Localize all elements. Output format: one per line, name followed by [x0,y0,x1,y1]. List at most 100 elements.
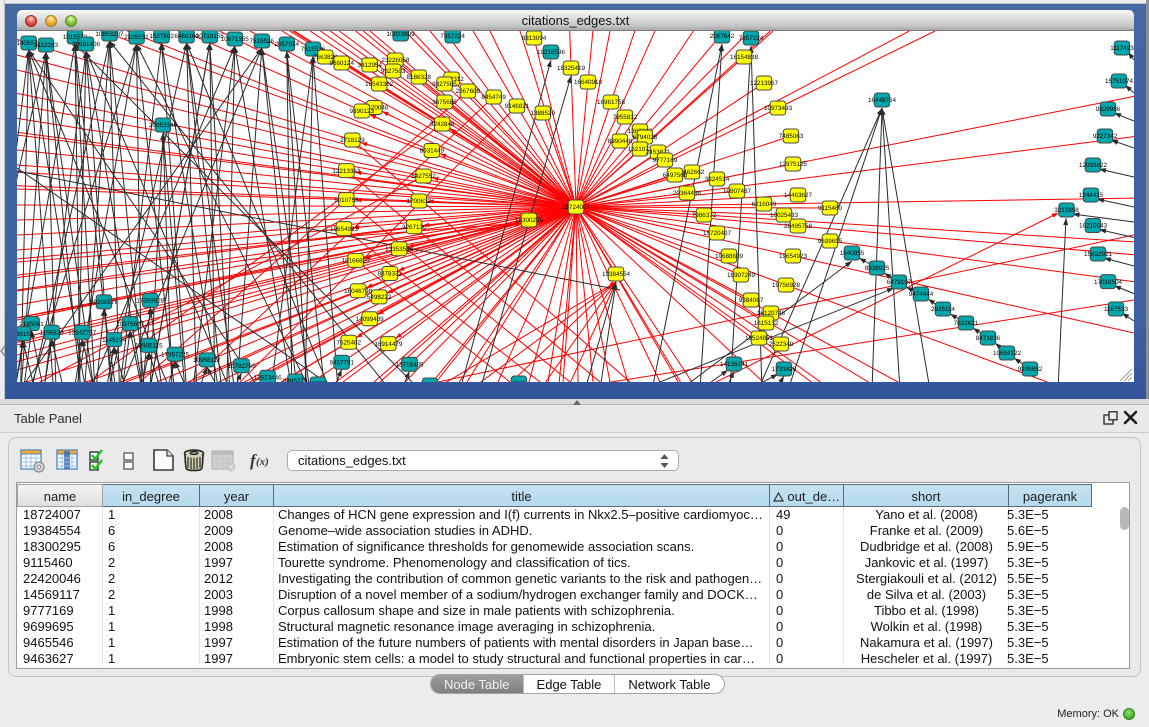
svg-text:3267130: 3267130 [402,224,427,231]
svg-text:18325419: 18325419 [557,65,586,72]
svg-text:12975125: 12975125 [779,161,808,168]
svg-text:8186328: 8186328 [407,74,432,81]
svg-text:9327503: 9327503 [381,68,406,75]
svg-text:10853287: 10853287 [95,31,124,38]
svg-text:1244415: 1244415 [1079,192,1104,199]
svg-text:6794028: 6794028 [633,134,658,141]
svg-text:12905115: 12905115 [135,343,163,350]
svg-text:7357224: 7357224 [440,33,465,40]
svg-text:10654122: 10654122 [993,350,1022,357]
svg-text:7357224: 7357224 [739,35,764,42]
svg-text:9115460: 9115460 [818,205,843,212]
svg-text:16543362: 16543362 [365,81,394,88]
svg-text:13353594: 13353594 [385,246,414,253]
svg-text:8938925: 8938925 [865,265,890,272]
svg-text:14099489: 14099489 [356,316,385,323]
svg-text:2057514: 2057514 [275,41,300,48]
svg-text:8031449: 8031449 [420,148,445,155]
svg-text:1388520: 1388520 [530,110,555,117]
svg-text:16210643: 16210643 [1079,223,1108,230]
svg-text:2935114: 2935114 [931,306,956,313]
svg-text:2522340: 2522340 [769,341,794,348]
svg-text:9660124: 9660124 [329,60,354,67]
svg-text:3912954: 3912954 [357,62,382,69]
svg-text:8454749: 8454749 [481,94,506,101]
svg-text:3215958: 3215958 [1054,207,1079,214]
svg-text:17016504: 17016504 [1094,279,1123,286]
svg-text:23226058: 23226058 [381,57,410,64]
svg-text:9699695: 9699695 [818,238,843,245]
svg-text:20364436: 20364436 [673,190,702,197]
svg-text:14463627: 14463627 [784,192,813,199]
svg-text:10025433: 10025433 [770,212,799,219]
svg-text:12093822: 12093822 [1079,162,1108,169]
svg-text:16961758: 16961758 [597,99,626,106]
svg-text:2105531: 2105531 [124,34,149,41]
svg-text:185779: 185779 [307,381,329,382]
svg-text:7632621: 7632621 [954,320,979,327]
svg-text:18300295: 18300295 [515,217,544,224]
svg-text:17957225: 17957225 [161,351,190,358]
svg-text:20053346: 20053346 [149,122,178,129]
svg-text:17359928: 17359928 [136,298,165,305]
svg-text:12923446: 12923446 [254,374,283,381]
svg-text:15720407: 15720407 [703,230,732,237]
svg-text:14136141: 14136141 [720,361,749,368]
svg-text:19756928: 19756928 [772,282,801,289]
svg-text:10958117: 10958117 [193,357,221,364]
svg-text:1156829: 1156829 [40,330,65,337]
svg-text:9242848: 9242848 [430,121,455,128]
svg-text:16914479: 16914479 [374,341,403,348]
svg-text:1010755: 1010755 [334,197,359,204]
svg-text:20691406: 20691406 [72,41,101,48]
svg-text:19654923: 19654923 [779,253,808,260]
svg-text:1527602: 1527602 [149,33,174,40]
svg-text:15751074: 15751074 [1105,78,1134,85]
svg-text:10973493: 10973493 [764,105,793,112]
svg-text:2718129: 2718129 [340,137,365,144]
svg-text:7625402: 7625402 [336,339,361,346]
svg-text:10033809: 10033809 [387,31,416,38]
svg-text:9245652: 9245652 [1018,366,1043,373]
svg-text:6479197: 6479197 [887,279,912,286]
svg-text:7955812: 7955812 [613,114,638,121]
svg-text:1733426: 1733426 [772,366,797,373]
svg-text:28495758: 28495758 [784,223,813,230]
svg-text:20206576: 20206576 [90,299,119,306]
svg-text:10975667: 10975667 [116,321,145,328]
svg-text:9457791: 9457791 [329,360,354,367]
svg-text:15692921: 15692921 [1084,251,1113,258]
svg-text:9485779: 9485779 [283,378,308,382]
svg-text:9327505: 9327505 [432,81,457,88]
svg-text:10807487: 10807487 [723,188,752,195]
svg-text:8990448: 8990448 [608,138,633,145]
svg-text:(x): (x) [256,456,269,468]
svg-text:9329966: 9329966 [1096,106,1121,113]
svg-text:6497568: 6497568 [663,172,688,179]
svg-text:7986372: 7986372 [692,212,717,219]
svg-text:19654933: 19654933 [330,226,359,233]
svg-text:239159: 239159 [17,331,34,338]
svg-text:1167533: 1167533 [1104,306,1129,313]
svg-text:6216049: 6216049 [752,201,777,208]
svg-text:7515526: 7515526 [250,38,275,45]
svg-text:16640910: 16640910 [574,79,603,86]
svg-text:7485063: 7485063 [779,133,804,140]
svg-text:18907249: 18907249 [727,272,756,279]
svg-text:10671355: 10671355 [221,36,250,43]
svg-text:1131: 1131 [512,380,526,382]
svg-text:19218596: 19218596 [537,49,566,56]
svg-text:8471636: 8471636 [976,335,1001,342]
svg-text:12942757: 12942757 [68,330,97,337]
svg-text:9146821: 9146821 [505,103,530,110]
svg-text:10688609: 10688609 [715,253,744,260]
svg-text:8427552: 8427552 [411,173,436,180]
svg-text:2367608: 2367608 [456,88,481,95]
svg-text:9890123: 9890123 [350,108,375,115]
svg-text:1615132: 1615132 [754,320,779,327]
svg-text:3824514: 3824514 [705,176,730,183]
svg-text:18724007: 18724007 [562,204,591,211]
svg-text:5498222: 5498222 [367,294,392,301]
svg-text:2112283: 2112283 [34,42,59,49]
svg-text:19166825: 19166825 [342,258,371,265]
